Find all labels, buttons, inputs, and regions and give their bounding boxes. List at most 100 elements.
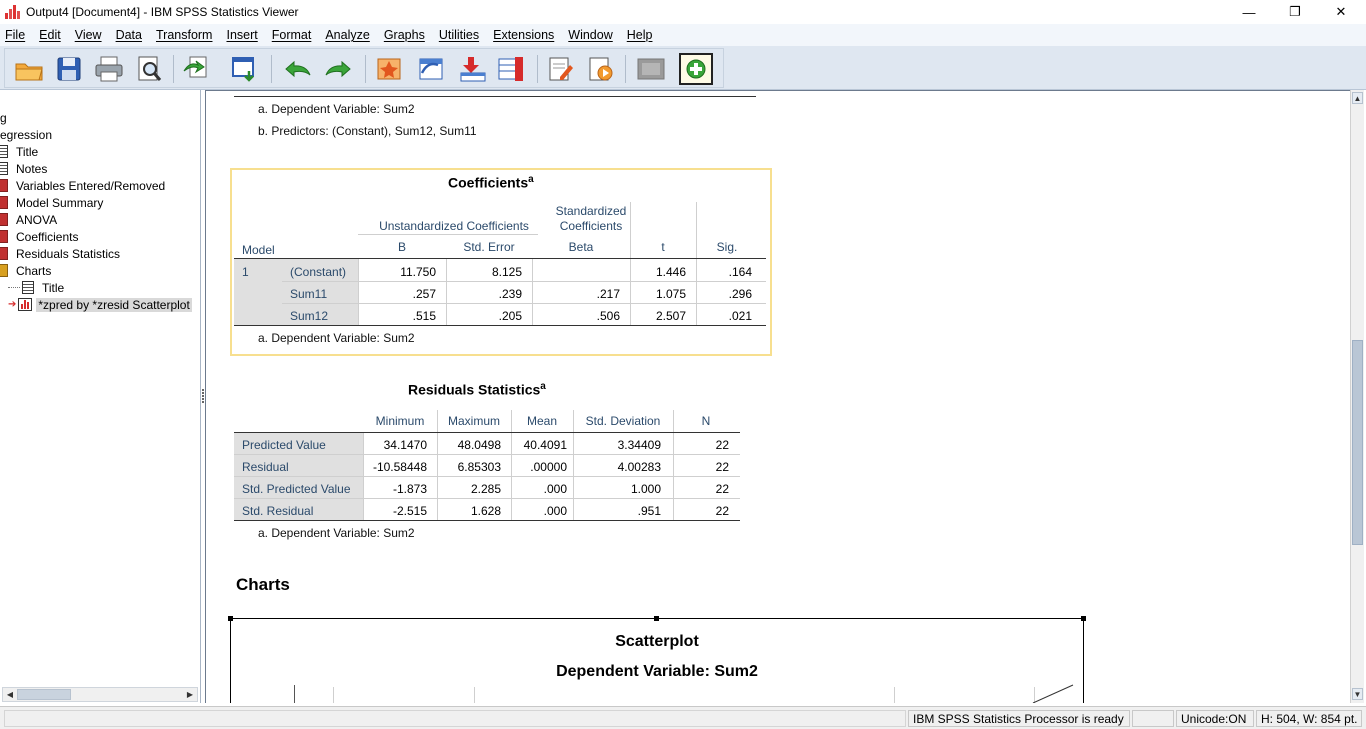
menu-graphs[interactable]: Graphs <box>379 28 434 42</box>
grid-line <box>511 433 512 521</box>
outline-horizontal-scrollbar[interactable]: ◀ ▶ <box>2 687 198 702</box>
cell-beta: .217 <box>596 287 620 301</box>
cell-t: 1.075 <box>655 287 686 301</box>
run-script-icon[interactable] <box>585 54 617 84</box>
resize-handle[interactable] <box>228 616 233 621</box>
grid-line <box>358 234 538 235</box>
outline-label: *zpred by *zresid Scatterplot <box>36 297 192 312</box>
document-icon <box>0 145 8 158</box>
col-header-sig: Sig. <box>716 240 738 254</box>
outline-item-scatterplot[interactable]: ➔ *zpred by *zresid Scatterplot <box>8 296 192 313</box>
outline-label: g <box>0 110 7 125</box>
designate-window-icon[interactable] <box>545 54 577 84</box>
outline-item-log[interactable]: g <box>0 109 7 126</box>
outline-item-model-summary[interactable]: Model Summary <box>0 194 103 211</box>
scroll-up-icon[interactable]: ▲ <box>1352 92 1363 104</box>
resize-handle[interactable] <box>1081 616 1086 621</box>
disabled-tool-icon[interactable] <box>635 54 667 84</box>
outline-item-coefficients[interactable]: Coefficients <box>0 228 78 245</box>
scroll-down-icon[interactable]: ▼ <box>1352 688 1363 700</box>
current-item-arrow-icon: ➔ <box>8 299 17 310</box>
col-header-std-error: Std. Error <box>463 240 515 254</box>
export-icon[interactable] <box>181 54 213 84</box>
cell-beta: .506 <box>596 309 620 323</box>
outline-item-notes[interactable]: Notes <box>0 160 47 177</box>
minimize-button[interactable]: — <box>1226 0 1272 24</box>
charts-heading: Charts <box>236 575 290 594</box>
menu-extensions[interactable]: Extensions <box>488 28 563 42</box>
scroll-left-icon[interactable]: ◀ <box>3 688 17 701</box>
cell-maximum: 2.285 <box>470 482 501 496</box>
outline-item-charts-title[interactable]: Title <box>8 279 64 296</box>
recall-dialog-icon[interactable] <box>229 54 261 84</box>
save-icon[interactable] <box>53 54 85 84</box>
goto-variable-icon[interactable] <box>457 54 489 84</box>
goto-data-icon[interactable] <box>373 54 405 84</box>
menu-bar: File Edit View Data Transform Insert For… <box>0 24 1366 46</box>
open-folder-icon[interactable] <box>13 54 45 84</box>
print-icon[interactable] <box>93 54 125 84</box>
menu-format[interactable]: Format <box>267 28 321 42</box>
notes-icon <box>0 162 8 175</box>
grid-line <box>282 303 766 304</box>
col-header-minimum: Minimum <box>375 414 425 428</box>
menu-analyze[interactable]: Analyze <box>320 28 378 42</box>
menu-view[interactable]: View <box>70 28 111 42</box>
table-bottom-border <box>234 96 756 97</box>
close-button[interactable]: ✕ <box>1318 0 1364 24</box>
content-vertical-scrollbar[interactable]: ▲ ▼ <box>1350 90 1364 703</box>
outline-item-residuals-statistics[interactable]: Residuals Statistics <box>0 245 120 262</box>
residuals-title-text: Residuals Statistics <box>408 381 541 398</box>
fit-line <box>1032 684 1074 703</box>
outline-item-variables-entered[interactable]: Variables Entered/Removed <box>0 177 165 194</box>
table-icon <box>0 213 8 226</box>
scrollbar-thumb[interactable] <box>1352 340 1363 545</box>
menu-insert[interactable]: Insert <box>221 28 266 42</box>
menu-transform[interactable]: Transform <box>151 28 222 42</box>
outline-item-regression[interactable]: egression <box>0 126 52 143</box>
goto-case-icon[interactable] <box>415 54 447 84</box>
coefficients-table[interactable]: Coefficientsa Standardized Coefficients … <box>230 168 772 356</box>
resize-handle[interactable] <box>654 616 659 621</box>
footnote-predictors: b. Predictors: (Constant), Sum12, Sum11 <box>258 124 477 138</box>
redo-icon[interactable] <box>323 54 355 84</box>
window-title: Output4 [Document4] - IBM SPSS Statistic… <box>26 5 299 19</box>
cell-std-deviation: .951 <box>637 504 661 518</box>
add-syntax-icon[interactable] <box>679 53 713 85</box>
menu-window[interactable]: Window <box>563 28 621 42</box>
row-label-constant: (Constant) <box>290 265 347 279</box>
menu-data[interactable]: Data <box>111 28 151 42</box>
menu-edit[interactable]: Edit <box>34 28 70 42</box>
variables-icon[interactable] <box>495 54 527 84</box>
grid-line <box>630 202 631 264</box>
grid-line <box>363 433 364 521</box>
outline-item-anova[interactable]: ANOVA <box>0 211 57 228</box>
coefficients-superscript: a <box>528 174 534 185</box>
col-header-t: t <box>661 240 665 254</box>
col-header-standardized: Coefficients <box>559 219 623 233</box>
menu-utilities[interactable]: Utilities <box>434 28 488 42</box>
undo-icon[interactable] <box>281 54 313 84</box>
toolbar-separator <box>271 55 272 83</box>
scroll-right-icon[interactable]: ▶ <box>183 688 197 701</box>
scatterplot-chart[interactable]: Scatterplot Dependent Variable: Sum2 <box>230 618 1084 703</box>
title-bar: Output4 [Document4] - IBM SPSS Statistic… <box>0 0 1366 24</box>
scrollbar-thumb[interactable] <box>17 689 71 700</box>
grid-line <box>234 454 740 455</box>
status-bar: IBM SPSS Statistics Processor is ready U… <box>0 706 1366 729</box>
col-header-model: Model <box>242 243 275 257</box>
footnote-dependent: a. Dependent Variable: Sum2 <box>258 102 415 116</box>
grid-line <box>333 687 334 703</box>
restore-button[interactable]: ❐ <box>1272 0 1318 24</box>
grid-line <box>282 281 766 282</box>
menu-file[interactable]: File <box>0 28 34 42</box>
row-label-std-residual: Std. Residual <box>242 504 314 518</box>
outline-label: Title <box>42 280 65 295</box>
menu-help[interactable]: Help <box>622 28 662 42</box>
outline-item-title[interactable]: Title <box>0 143 38 160</box>
outline-item-charts[interactable]: Charts <box>0 262 51 279</box>
cell-sig: .296 <box>728 287 752 301</box>
print-preview-icon[interactable] <box>133 54 165 84</box>
cell-minimum: -1.873 <box>392 482 427 496</box>
unicode-status: Unicode:ON <box>1176 710 1254 727</box>
